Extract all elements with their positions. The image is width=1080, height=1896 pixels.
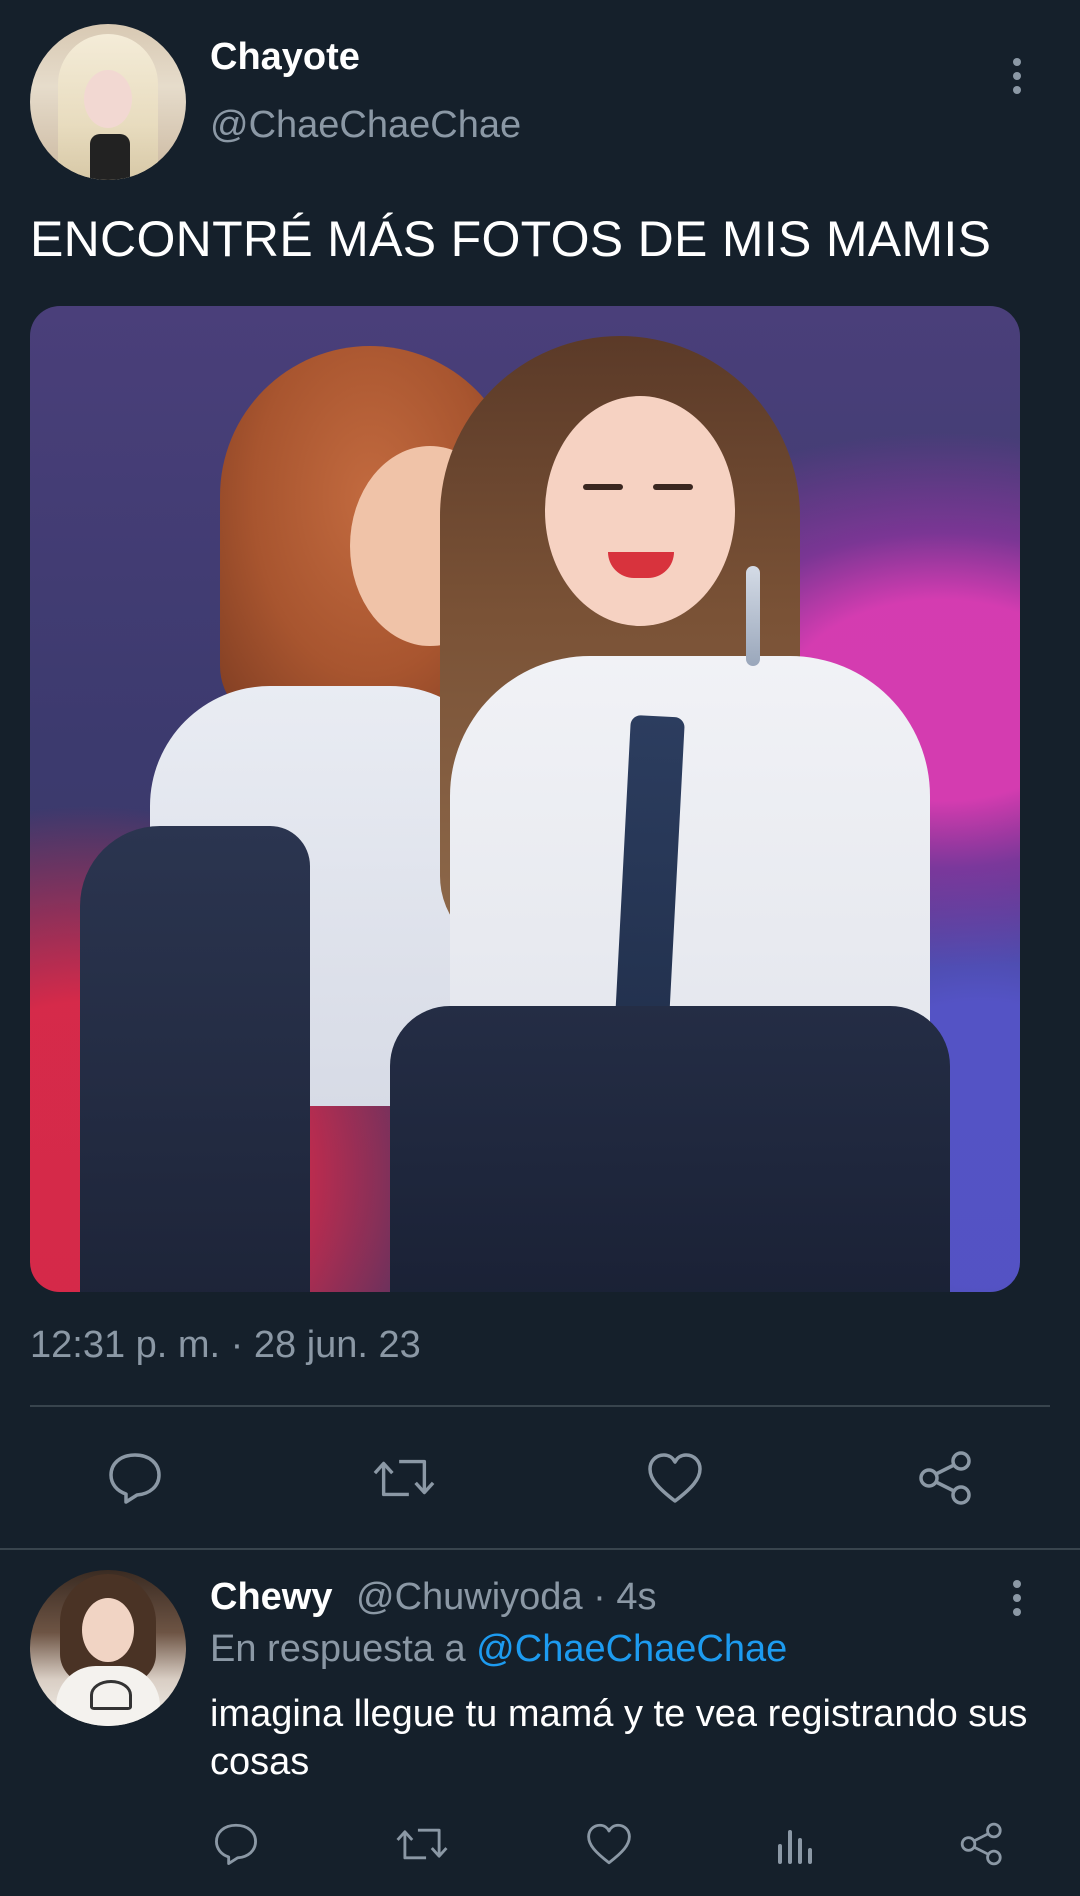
reply-icon[interactable] xyxy=(204,1812,268,1876)
like-icon[interactable] xyxy=(577,1812,641,1876)
author-avatar[interactable] xyxy=(30,24,186,180)
author-display-name[interactable]: Chayote xyxy=(210,36,360,79)
photo-figure-left-jacket xyxy=(80,826,310,1292)
reply-text: imagina llegue tu mamá y te vea registra… xyxy=(210,1693,1028,1783)
views-icon[interactable] xyxy=(764,1812,828,1876)
retweet-icon[interactable] xyxy=(372,1446,436,1510)
like-icon[interactable] xyxy=(643,1446,707,1510)
reply-to-line: En respuesta a @ChaeChaeChae xyxy=(210,1628,787,1671)
photo-figure-right-jacket xyxy=(390,1006,950,1292)
tweet-timestamp[interactable]: 12:31 p. m. · 28 jun. 23 xyxy=(30,1324,421,1367)
reply-author-handle-time[interactable]: @Chuwiyoda · 4s xyxy=(356,1576,656,1619)
divider xyxy=(0,1548,1080,1550)
reply-to-mention[interactable]: @ChaeChaeChae xyxy=(476,1628,787,1670)
author-handle[interactable]: @ChaeChaeChae xyxy=(210,104,521,147)
photo-figure-right-face xyxy=(545,396,735,626)
share-icon[interactable] xyxy=(914,1446,978,1510)
reply-author-avatar[interactable] xyxy=(30,1570,186,1726)
reply-author-display-name[interactable]: Chewy xyxy=(210,1576,332,1619)
reply-more-options-icon[interactable] xyxy=(1012,1580,1022,1616)
reply-icon[interactable] xyxy=(103,1446,167,1510)
tweet-text: ENCONTRÉ MÁS FOTOS DE MIS MAMIS xyxy=(30,211,992,267)
more-options-icon[interactable] xyxy=(1012,58,1022,94)
retweet-icon[interactable] xyxy=(390,1812,454,1876)
photo-earring xyxy=(746,566,760,666)
divider xyxy=(30,1405,1050,1407)
share-icon[interactable] xyxy=(950,1812,1014,1876)
reply-to-prefix: En respuesta a xyxy=(210,1628,466,1670)
photo-eye xyxy=(653,484,693,490)
photo-eye xyxy=(583,484,623,490)
tweet-photo[interactable] xyxy=(30,306,1020,1292)
